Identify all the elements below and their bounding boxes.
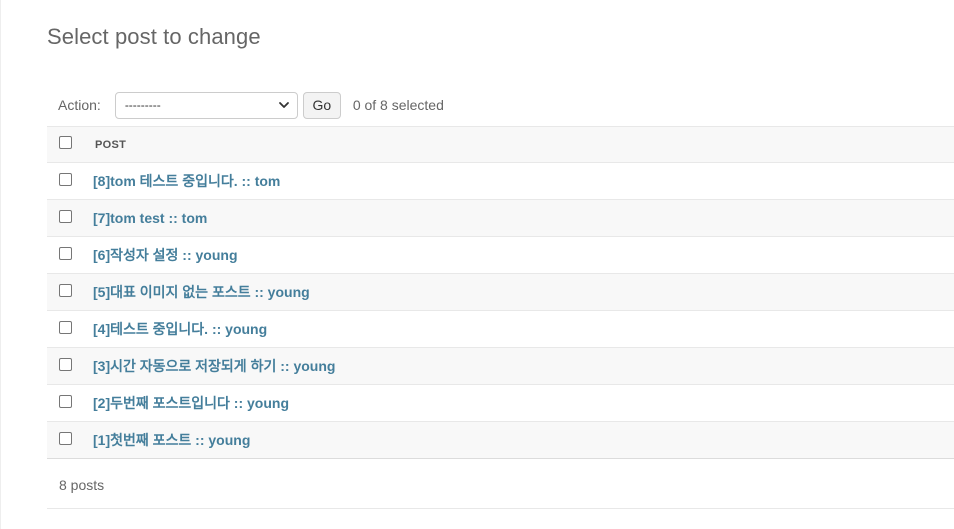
row-select-cell — [47, 348, 93, 384]
selected-count: 0 of 8 selected — [352, 97, 444, 113]
paginator: 8 posts — [47, 461, 954, 509]
row-select-cell — [47, 385, 93, 421]
row-checkbox[interactable] — [59, 246, 72, 260]
chevron-down-icon — [277, 98, 291, 112]
post-link[interactable]: [8]tom 테스트 중입니다. :: tom — [93, 171, 280, 191]
post-link[interactable]: [5]대표 이미지 없는 포스트 :: young — [93, 282, 310, 302]
column-header-post[interactable]: POST — [95, 139, 126, 151]
row-checkbox[interactable] — [59, 172, 72, 186]
row-checkbox[interactable] — [59, 283, 72, 297]
row-checkbox[interactable] — [59, 209, 72, 223]
table-row: [1]첫번째 포스트 :: young — [47, 422, 954, 459]
post-link[interactable]: [3]시간 자동으로 저장되게 하기 :: young — [93, 356, 335, 376]
table-row: [2]두번째 포스트입니다 :: young — [47, 385, 954, 422]
table-row: [3]시간 자동으로 저장되게 하기 :: young — [47, 348, 954, 385]
row-checkbox[interactable] — [59, 394, 72, 408]
post-link[interactable]: [7]tom test :: tom — [93, 210, 207, 226]
table-row: [5]대표 이미지 없는 포스트 :: young — [47, 274, 954, 311]
action-select[interactable]: --------- — [114, 91, 298, 119]
table-row: [8]tom 테스트 중입니다. :: tom — [47, 163, 954, 200]
changelist-page: Select post to change Action: --------- … — [0, 0, 954, 529]
row-select-cell — [47, 422, 93, 458]
row-select-cell — [47, 237, 93, 273]
row-checkbox[interactable] — [59, 320, 72, 334]
table-row: [6]작성자 설정 :: young — [47, 237, 954, 274]
page-title: Select post to change — [47, 24, 261, 49]
row-select-cell — [47, 200, 93, 236]
table-row: [7]tom test :: tom — [47, 200, 954, 237]
row-checkbox[interactable] — [59, 357, 72, 371]
post-link[interactable]: [4]테스트 중입니다. :: young — [93, 319, 267, 339]
post-link[interactable]: [6]작성자 설정 :: young — [93, 245, 238, 265]
go-button[interactable]: Go — [302, 91, 341, 119]
row-select-cell — [47, 274, 93, 310]
row-select-cell — [47, 163, 93, 199]
result-list: POST [8]tom 테스트 중입니다. :: tom [7]tom test… — [47, 126, 954, 459]
post-link[interactable]: [2]두번째 포스트입니다 :: young — [93, 393, 289, 413]
post-link[interactable]: [1]첫번째 포스트 :: young — [93, 430, 250, 450]
row-checkbox[interactable] — [59, 431, 72, 445]
table-header: POST — [47, 127, 954, 163]
select-all-cell — [47, 127, 93, 162]
action-label: Action: — [58, 97, 101, 113]
table-row: [4]테스트 중입니다. :: young — [47, 311, 954, 348]
select-all-checkbox[interactable] — [59, 136, 72, 149]
row-select-cell — [47, 311, 93, 347]
result-count: 8 posts — [59, 476, 105, 493]
action-select-value: --------- — [124, 98, 161, 112]
actions-bar: Action: --------- Go 0 of 8 selected — [47, 84, 954, 126]
